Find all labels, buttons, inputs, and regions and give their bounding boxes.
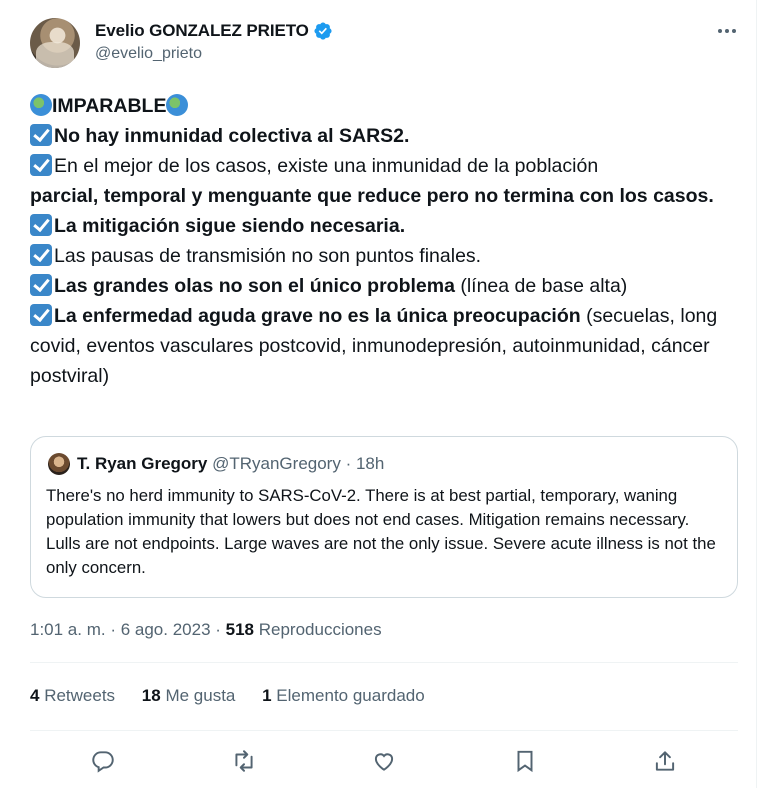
column-border (756, 0, 757, 788)
author-avatar[interactable] (30, 18, 80, 68)
quoted-author-avatar (48, 453, 70, 475)
likes-stat[interactable]: 18 Me gusta (142, 686, 236, 705)
tweet-text: IMPARABLE No hay inmunidad colectiva al … (30, 91, 745, 391)
bookmark-icon[interactable] (512, 748, 538, 774)
tweet-detail: Evelio GONZALEZ PRIETO @evelio_prieto IM… (0, 0, 768, 788)
author-display-name[interactable]: Evelio GONZALEZ PRIETO (95, 21, 309, 41)
tweet-date[interactable]: 6 ago. 2023 (121, 620, 211, 639)
tweet-time[interactable]: 1:01 a. m. (30, 620, 106, 639)
tweet-line-6-bold: La enfermedad aguda grave no es la única… (54, 305, 581, 327)
views-count: 518 (225, 620, 255, 639)
retweets-stat[interactable]: 4 Retweets (30, 686, 115, 705)
quoted-separator: · (340, 454, 356, 473)
check-emoji-icon (30, 244, 52, 266)
tweet-meta: 1:01 a. m. · 6 ago. 2023 · 518 Reproducc… (30, 620, 382, 640)
retweets-label: Retweets (39, 686, 116, 705)
check-emoji-icon (30, 214, 52, 236)
tweet-title: IMPARABLE (52, 95, 167, 117)
globe-emoji-icon (166, 94, 189, 116)
quoted-tweet-text: There's no herd immunity to SARS-CoV-2. … (46, 486, 716, 577)
likes-label: Me gusta (160, 686, 236, 705)
retweet-icon[interactable] (231, 748, 257, 774)
check-emoji-icon (30, 124, 52, 146)
reply-icon[interactable] (90, 748, 116, 774)
views-label: Reproducciones (254, 620, 382, 639)
bookmarks-label: Elemento guardado (271, 686, 425, 705)
action-bar (0, 740, 768, 780)
check-emoji-icon (30, 154, 52, 176)
tweet-line-3: La mitigación sigue siendo necesaria. (54, 215, 406, 237)
author-handle[interactable]: @evelio_prieto (95, 45, 202, 63)
tweet-line-5-rest: (línea de base alta) (454, 275, 628, 297)
quoted-tweet[interactable]: T. Ryan Gregory @TRyanGregory · 18h Ther… (30, 436, 738, 598)
meta-separator: · (105, 620, 121, 639)
author-name-row: Evelio GONZALEZ PRIETO (95, 20, 333, 42)
divider (30, 730, 738, 731)
quoted-author-name: T. Ryan Gregory (77, 454, 208, 473)
meta-separator: · (210, 620, 226, 639)
check-emoji-icon (30, 274, 52, 296)
tweet-line-1: No hay inmunidad colectiva al SARS2. (54, 125, 410, 147)
verified-badge-icon (314, 22, 332, 40)
tweet-line-4: Las pausas de transmisión no son puntos … (54, 245, 482, 267)
quoted-time: 18h (355, 454, 385, 473)
engagement-stats: 4 Retweets 18 Me gusta 1 Elemento guarda… (30, 686, 447, 706)
quoted-tweet-header: T. Ryan Gregory @TRyanGregory · 18h (77, 454, 384, 474)
tweet-line-2a: En el mejor de los casos, existe una inm… (54, 155, 599, 177)
bookmarks-count: 1 (262, 686, 272, 705)
tweet-line-5-bold: Las grandes olas no son el único problem… (54, 275, 455, 297)
tweet-line-2b: parcial, temporal y menguante que reduce… (30, 185, 714, 207)
divider (30, 662, 738, 663)
bookmarks-stat[interactable]: 1 Elemento guardado (262, 686, 425, 705)
check-emoji-icon (30, 304, 52, 326)
globe-emoji-icon (30, 94, 52, 116)
more-icon[interactable] (714, 20, 740, 42)
share-icon[interactable] (652, 748, 678, 774)
like-icon[interactable] (371, 748, 397, 774)
likes-count: 18 (141, 686, 161, 705)
quoted-author-handle: @TRyanGregory (212, 454, 341, 473)
